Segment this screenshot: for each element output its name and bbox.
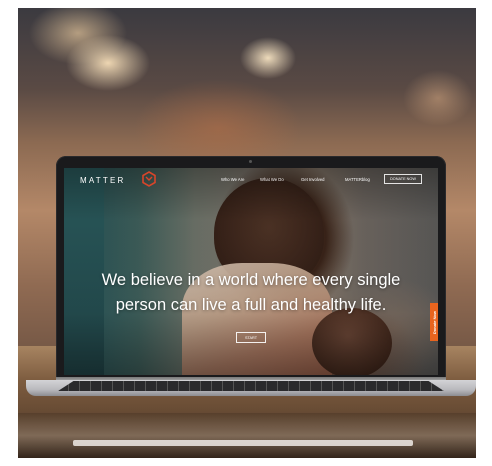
nav-who-we-are[interactable]: Who We Are <box>221 177 244 182</box>
nav-matterblog[interactable]: MATTERblog <box>345 177 370 182</box>
logo-mark-icon[interactable] <box>142 171 156 187</box>
hero-headline: We believe in a world where every single… <box>101 271 401 314</box>
donate-side-tab-label: Donate Now <box>432 310 438 334</box>
site-nav: MATTER Who We Are What We Do Get Involve… <box>64 168 438 192</box>
table-reflection <box>73 440 413 446</box>
webcam-icon <box>249 160 252 163</box>
laptop-lid: MATTER Who We Are What We Do Get Involve… <box>56 156 446 382</box>
laptop-screen: MATTER Who We Are What We Do Get Involve… <box>64 168 438 375</box>
table-highlight <box>18 413 476 458</box>
nav-get-involved[interactable]: Get Involved <box>301 177 325 182</box>
donate-side-tab[interactable]: Donate Now <box>430 303 438 341</box>
laptop-keyboard <box>58 381 444 391</box>
donate-now-button[interactable]: DONATE NOW <box>384 174 422 184</box>
hero-start-button[interactable]: START <box>236 332 266 343</box>
nav-what-we-do[interactable]: What We Do <box>260 177 284 182</box>
site-logo-text[interactable]: MATTER <box>80 176 126 185</box>
